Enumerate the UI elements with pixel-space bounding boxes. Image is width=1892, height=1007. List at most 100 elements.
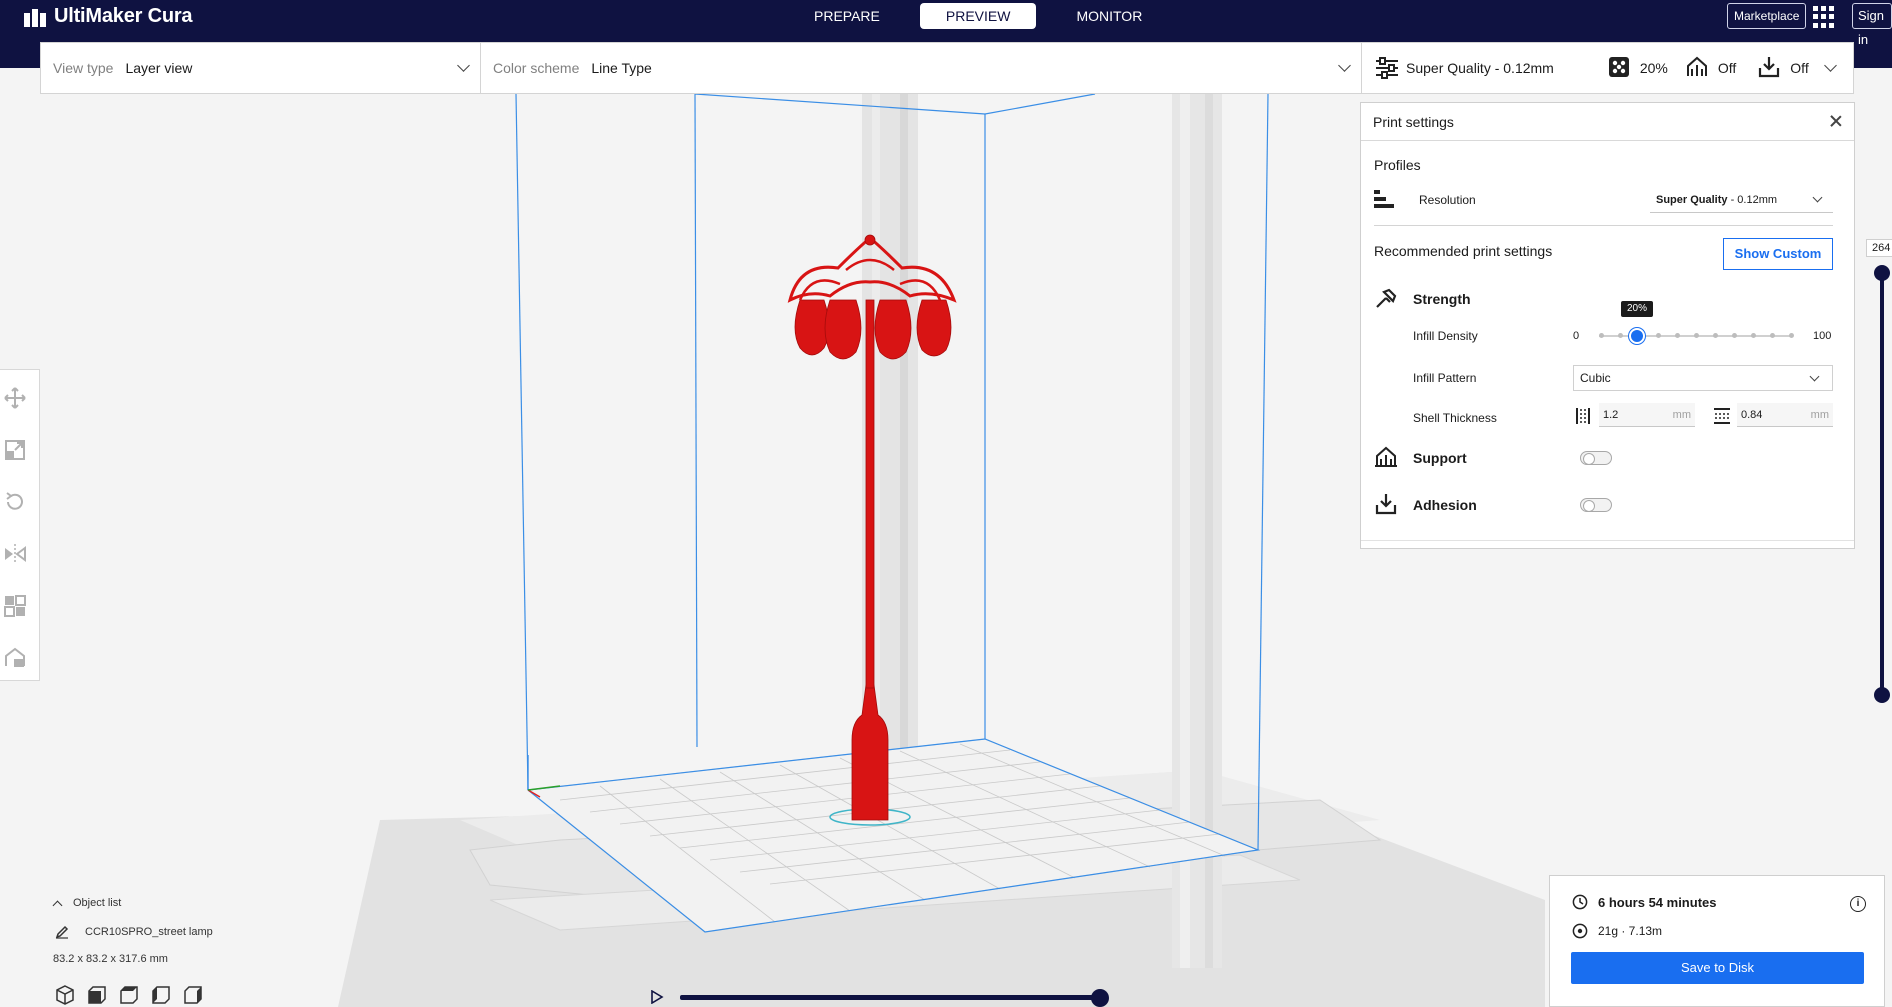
camera-view-buttons [55, 985, 203, 1005]
move-icon[interactable] [3, 386, 27, 410]
left-tool-panel [0, 369, 40, 681]
color-scheme-select[interactable]: Color scheme Line Type [481, 43, 1361, 93]
layer-number-input[interactable]: 264 [1866, 239, 1892, 257]
material-row: 21g · 7.13m [1572, 923, 1662, 939]
close-icon[interactable] [1830, 115, 1842, 127]
resolution-label: Resolution [1419, 193, 1476, 207]
wall-thickness-input[interactable]: 1.2 mm [1599, 403, 1695, 427]
support-toggle[interactable] [1580, 451, 1612, 465]
view-toolbar: View type Layer view Color scheme Line T… [40, 42, 1362, 94]
color-scheme-value: Line Type [591, 60, 652, 76]
support-blocker-icon[interactable] [3, 646, 27, 670]
sign-in-button[interactable]: Sign in [1852, 3, 1892, 47]
support-icon [1686, 56, 1710, 80]
object-list-toggle[interactable]: Object list [52, 897, 122, 910]
panel-resize-handle[interactable] [1361, 540, 1854, 548]
per-model-settings-icon[interactable] [3, 594, 27, 618]
strength-icon [1374, 287, 1398, 311]
chevron-down-icon [1812, 192, 1823, 203]
layer-slider-lower-handle[interactable] [1874, 687, 1890, 703]
print-settings-panel: Print settings Profiles Resolution Super… [1360, 102, 1855, 549]
adhesion-toggle[interactable] [1580, 498, 1612, 512]
view-type-value: Layer view [125, 60, 193, 76]
infill-max-label: 100 [1813, 330, 1832, 342]
app-logo: UltiMaker Cura [24, 5, 193, 28]
material-estimate: 21g · 7.13m [1598, 924, 1663, 938]
infill-slider-handle[interactable] [1629, 328, 1645, 344]
info-icon[interactable]: i [1850, 896, 1866, 912]
chevron-down-icon [1809, 371, 1820, 382]
adhesion-summary: Off [1790, 60, 1809, 76]
3d-view-icon[interactable] [55, 985, 75, 1005]
layer-slider-upper-handle[interactable] [1874, 265, 1890, 281]
support-icon [1374, 445, 1398, 469]
infill-density-slider[interactable]: 20% [1599, 301, 1794, 344]
infill-icon [1608, 56, 1632, 80]
path-simulation-handle[interactable] [1091, 989, 1109, 1007]
view-type-label: View type [53, 60, 114, 76]
tab-monitor[interactable]: MONITOR [1050, 3, 1168, 29]
adhesion-label: Adhesion [1413, 497, 1477, 513]
color-scheme-label: Color scheme [493, 60, 580, 76]
print-time: 6 hours 54 minutes [1598, 894, 1717, 910]
path-simulation-slider[interactable] [680, 995, 1102, 1000]
divider [1374, 225, 1833, 226]
wall-thickness-icon [1575, 407, 1591, 425]
print-setup-summary[interactable]: Super Quality - 0.12mm 20% Off Off [1362, 42, 1854, 94]
infill-summary: 20% [1639, 60, 1668, 76]
tab-prepare[interactable]: PREPARE [788, 3, 906, 29]
resolution-select[interactable]: Super Quality - 0.12mm [1650, 187, 1833, 213]
resolution-value-layer: - 0.12mm [1727, 194, 1778, 206]
infill-pattern-select[interactable]: Cubic [1573, 365, 1833, 391]
view-type-select[interactable]: View type Layer view [41, 43, 481, 93]
resolution-icon [1374, 189, 1396, 209]
pencil-icon [55, 925, 69, 939]
settings-sliders-icon [1374, 56, 1398, 80]
tab-preview[interactable]: PREVIEW [919, 3, 1037, 29]
object-dimensions: 83.2 x 83.2 x 317.6 mm [53, 953, 168, 965]
scale-icon[interactable] [3, 438, 27, 462]
apps-grid-icon[interactable] [1813, 6, 1835, 28]
ultimaker-logo-icon [24, 7, 48, 27]
front-view-icon[interactable] [87, 985, 107, 1005]
object-list-header: Object list [73, 897, 122, 909]
support-summary: Off [1717, 60, 1737, 76]
app-name: UltiMaker Cura [54, 5, 193, 27]
play-icon[interactable] [650, 989, 664, 1005]
top-view-icon[interactable] [119, 985, 139, 1005]
spool-icon [1572, 923, 1588, 939]
right-view-icon[interactable] [183, 985, 203, 1005]
adhesion-icon [1374, 492, 1398, 516]
top-bottom-thickness-input[interactable]: 0.84 mm [1737, 403, 1833, 427]
rotate-icon[interactable] [3, 490, 27, 514]
infill-pattern-label: Infill Pattern [1413, 371, 1477, 385]
profile-summary: Super Quality - 0.12mm [1406, 60, 1554, 76]
street-lamp-model [787, 234, 957, 826]
support-label: Support [1413, 450, 1467, 466]
show-custom-button[interactable]: Show Custom [1723, 238, 1833, 270]
adhesion-icon [1758, 56, 1782, 80]
top-bottom-unit: mm [1810, 409, 1829, 421]
left-view-icon[interactable] [151, 985, 171, 1005]
recommended-label: Recommended print settings [1374, 243, 1553, 259]
strength-label: Strength [1413, 291, 1471, 307]
object-name: CCR10SPRO_street lamp [85, 926, 213, 938]
chevron-down-icon [1824, 59, 1837, 72]
chevron-up-icon [52, 900, 63, 910]
mirror-icon[interactable] [3, 542, 27, 566]
print-estimate-panel: 6 hours 54 minutes i 21g · 7.13m Save to… [1549, 875, 1885, 1007]
profiles-label: Profiles [1374, 157, 1421, 173]
print-time-row: 6 hours 54 minutes [1572, 894, 1716, 910]
chevron-down-icon [457, 59, 470, 72]
save-to-disk-button[interactable]: Save to Disk [1571, 952, 1864, 984]
object-name-row[interactable]: CCR10SPRO_street lamp [55, 925, 213, 939]
layer-slider-track[interactable] [1880, 270, 1884, 698]
stage-tabs: PREPARE PREVIEW MONITOR [788, 3, 1168, 29]
resolution-value-name: Super Quality [1656, 194, 1728, 206]
clock-icon [1572, 894, 1588, 910]
marketplace-button[interactable]: Marketplace [1727, 3, 1807, 29]
chevron-down-icon [1338, 59, 1351, 72]
top-bottom-thickness-value: 0.84 [1741, 409, 1763, 421]
infill-pattern-value: Cubic [1580, 371, 1611, 385]
wall-thickness-value: 1.2 [1603, 409, 1619, 421]
